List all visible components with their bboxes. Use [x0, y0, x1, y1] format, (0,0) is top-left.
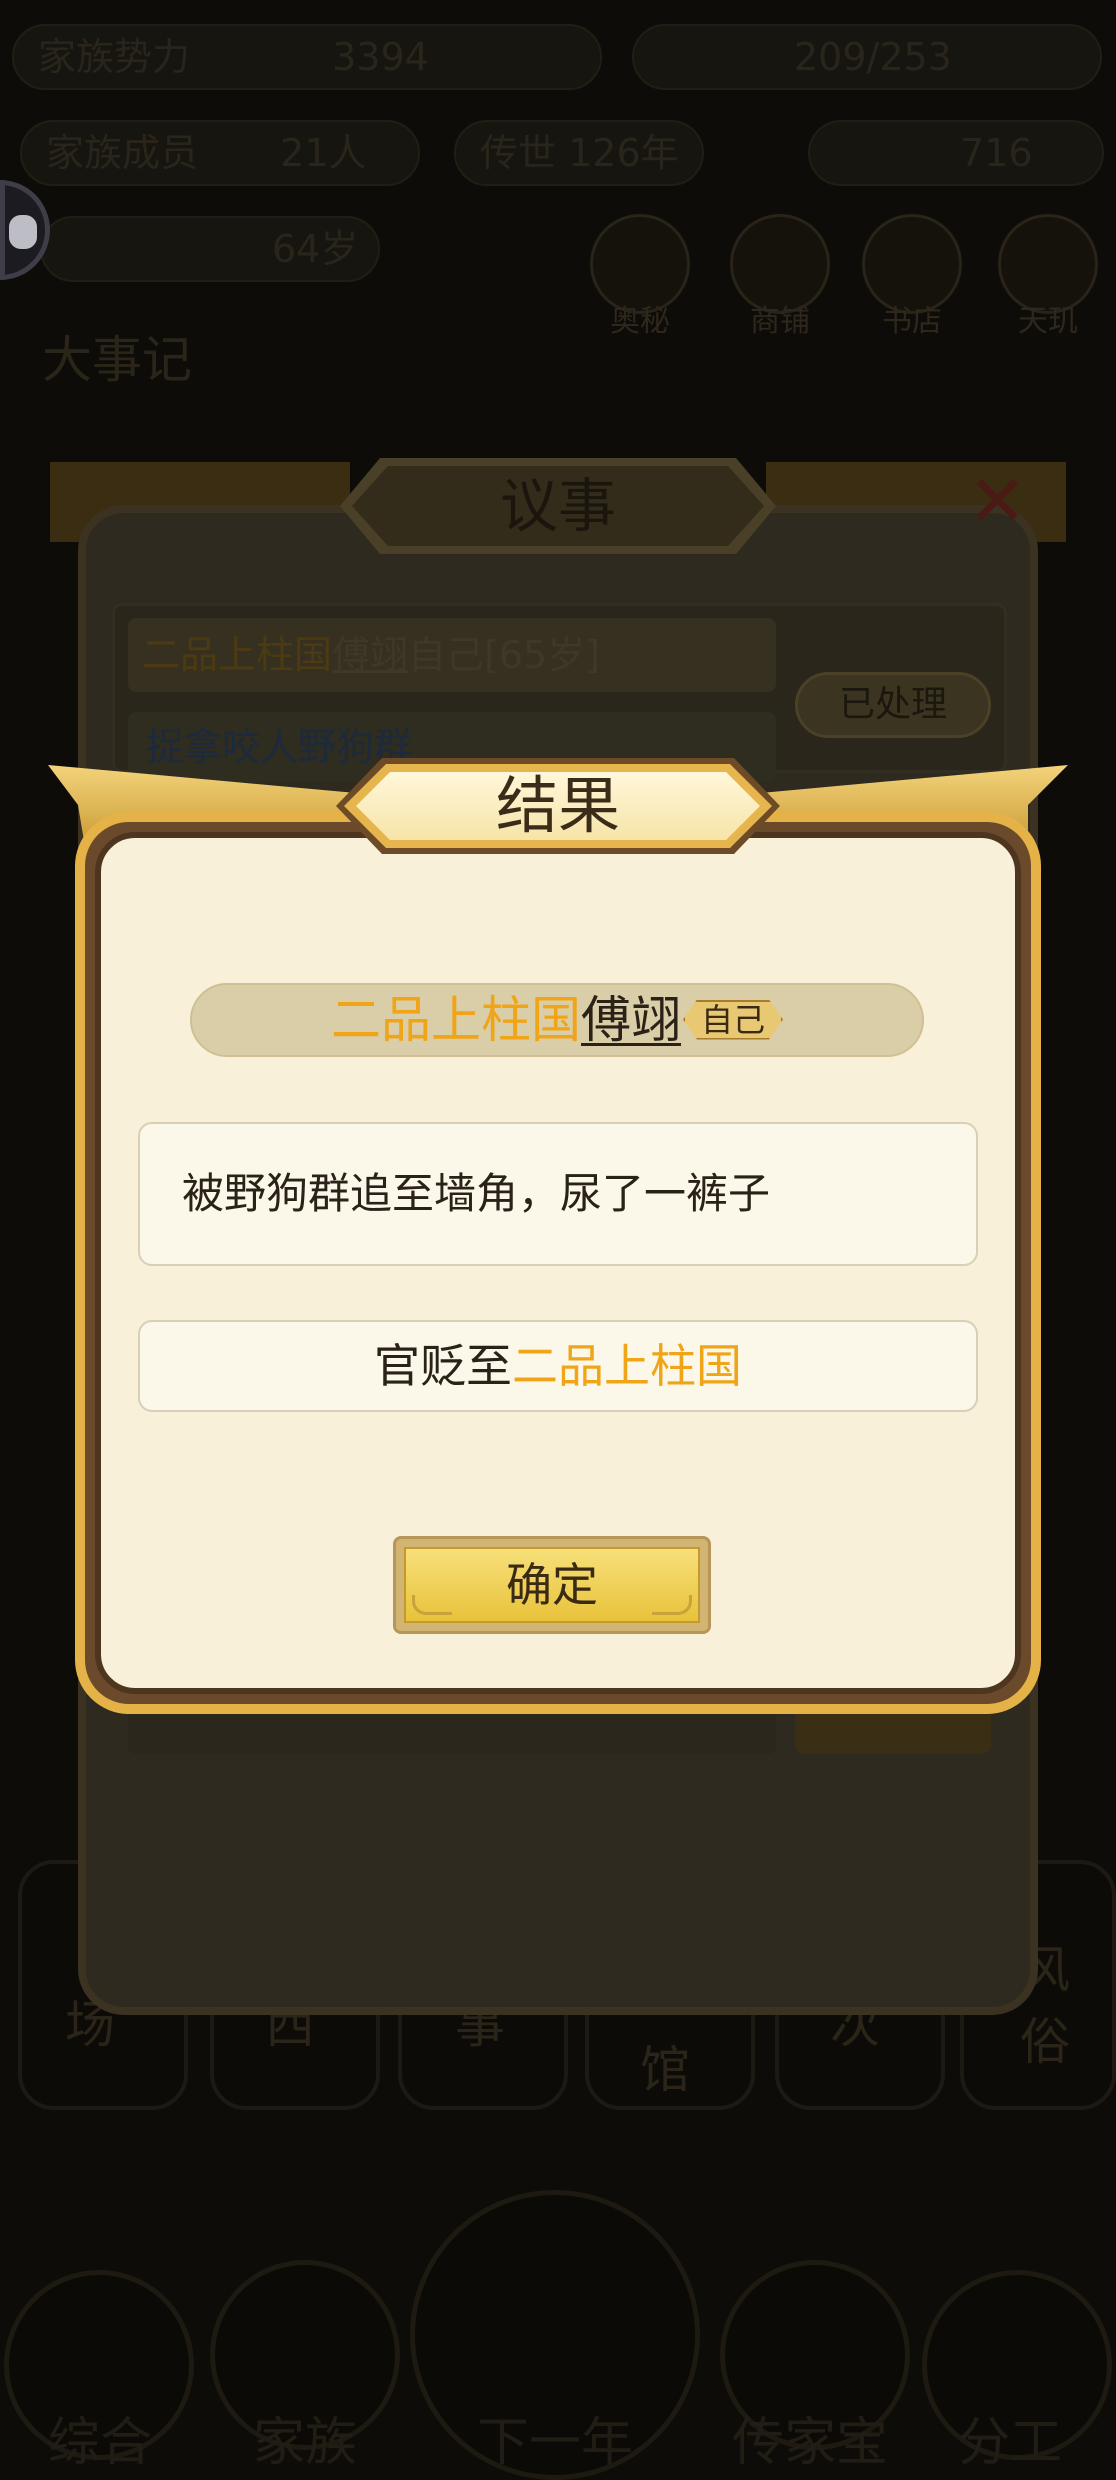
top-icon-label: 天玑	[1018, 304, 1078, 339]
era-pill: 传世 126年	[454, 120, 704, 186]
self-tag: 自己	[683, 1000, 783, 1040]
clan-power-value: 3394	[332, 35, 429, 79]
resource-pill: 209/253	[632, 24, 1102, 90]
close-icon[interactable]: ✕	[968, 466, 1034, 536]
era-value: 126年	[568, 131, 679, 175]
chat-icon	[9, 215, 37, 249]
clan-members-value: 21人	[280, 131, 367, 175]
clan-power-pill: 家族势力 3394	[12, 24, 602, 90]
council-person-name[interactable]: 傅翊	[332, 633, 408, 677]
person-name-bar: 二品上柱国傅翊 自己	[190, 983, 924, 1057]
processed-button[interactable]: 已处理	[795, 672, 991, 738]
resource-b-pill: 716	[808, 120, 1104, 186]
top-icon-label: 奥秘	[610, 304, 670, 339]
demotion-notice: 官贬至二品上柱国	[138, 1320, 978, 1412]
council-person-age: [65岁]	[484, 633, 601, 677]
council-dialog-title: 议事	[499, 472, 616, 540]
demotion-rank: 二品上柱国	[512, 1339, 742, 1393]
top-icon-label: 商铺	[750, 304, 810, 339]
era-label: 传世	[480, 131, 557, 175]
nav-label: 家族	[252, 2413, 357, 2473]
resource-b-value: 716	[960, 131, 1033, 175]
clan-members-label: 家族成员	[46, 131, 199, 175]
person-rank: 二品上柱国	[330, 991, 581, 1049]
chat-bubble-button[interactable]	[0, 180, 50, 280]
clan-power-label: 家族势力	[38, 35, 191, 79]
demotion-prefix: 官贬至	[374, 1339, 512, 1393]
resource-a-value: 209/253	[794, 35, 952, 79]
council-self-tag: 自己	[408, 633, 485, 677]
result-message: 被野狗群追至墙角，尿了一裤子	[138, 1122, 978, 1266]
top-icon-label: 书店	[882, 304, 942, 339]
nav-label: 传家宝	[731, 2413, 888, 2473]
age-pill: 64岁	[40, 216, 380, 282]
nav-label: 综合	[47, 2413, 152, 2473]
nav-label: 下一年	[476, 2413, 633, 2473]
council-person-rank: 二品上柱国	[142, 633, 333, 677]
age-value: 64岁	[272, 227, 359, 271]
result-dialog-title: 结果	[495, 769, 620, 842]
nav-label: 分工	[957, 2413, 1062, 2473]
tile-label: 馆	[640, 2041, 690, 2099]
person-name-link[interactable]: 傅翊	[581, 991, 681, 1049]
chronicle-title: 大事记	[42, 331, 192, 389]
confirm-button[interactable]: 确定	[393, 1536, 711, 1634]
confirm-button-label: 确定	[506, 1558, 598, 1612]
council-person-row: 二品上柱国傅翊自己[65岁]	[128, 618, 776, 692]
clan-members-pill: 家族成员 21人	[20, 120, 420, 186]
